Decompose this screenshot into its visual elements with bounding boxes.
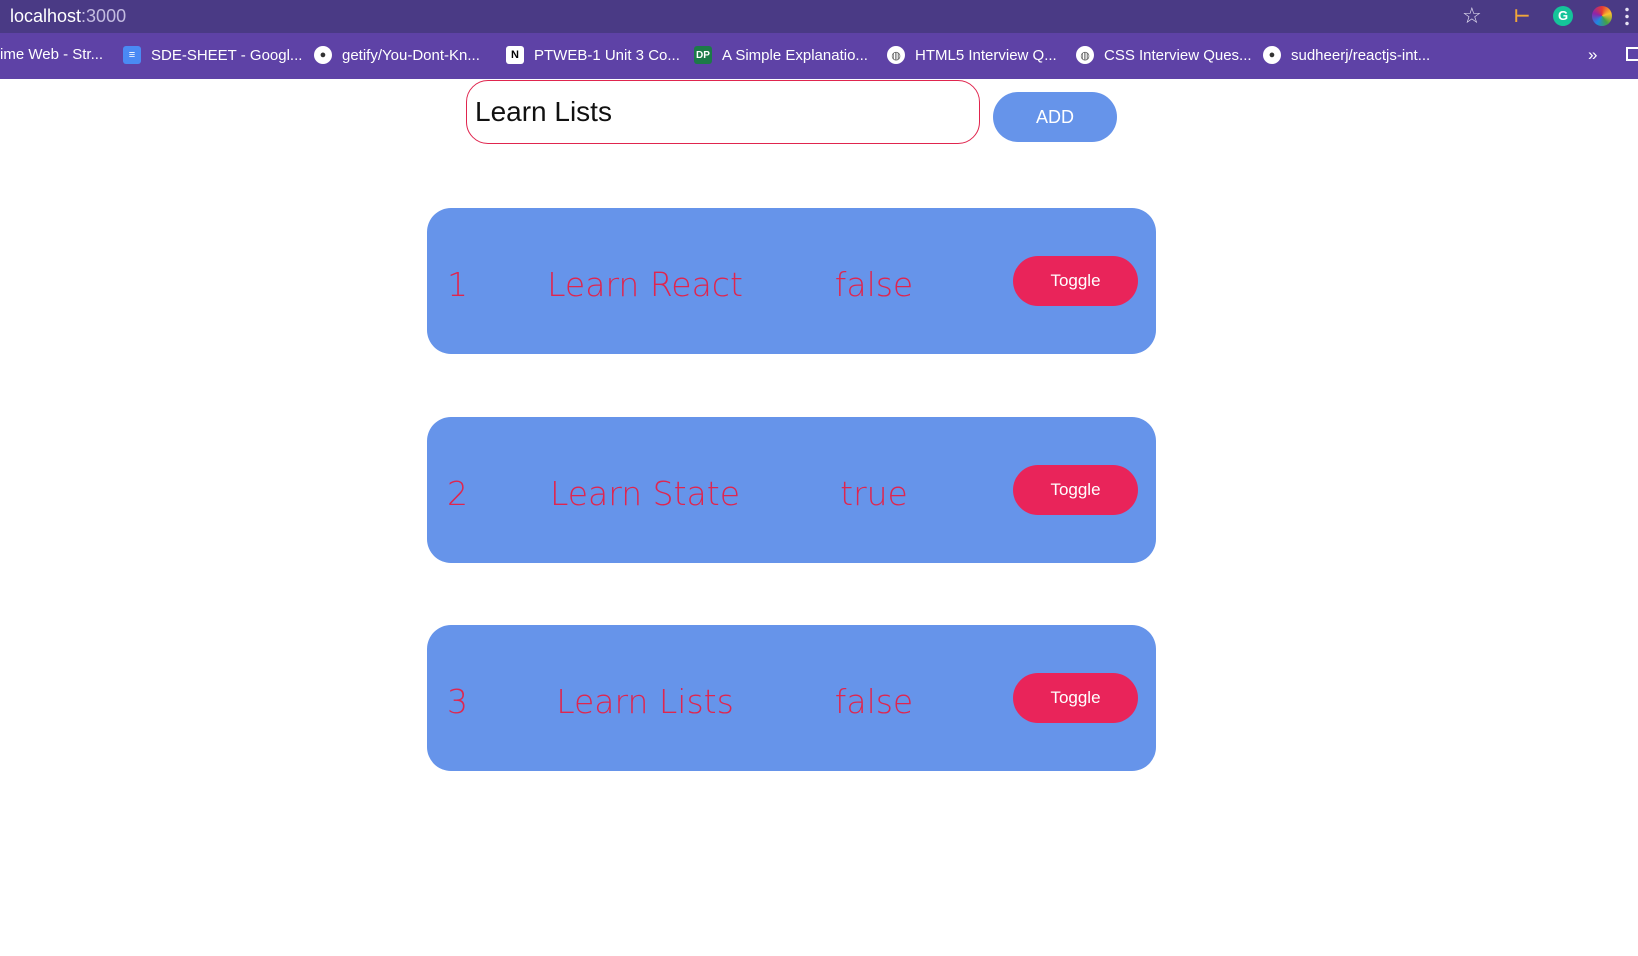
bookmark-label: CSS Interview Ques...: [1104, 46, 1252, 64]
color-picker-extension-icon[interactable]: [1592, 6, 1612, 26]
dp-icon: DP: [694, 46, 712, 64]
browser-menu-icon[interactable]: [1625, 6, 1629, 26]
bookmark-item[interactable]: ime Web - Str...: [0, 46, 103, 63]
globe-icon: ◍: [887, 46, 905, 64]
bookmarks-bar: ime Web - Str... ≡ SDE-SHEET - Googl... …: [0, 33, 1638, 79]
todo-id: 3: [447, 682, 468, 721]
extension-icon[interactable]: ⊢: [1512, 6, 1532, 26]
bookmark-item[interactable]: ● getify/You-Dont-Kn...: [314, 46, 480, 64]
bookmark-item[interactable]: N PTWEB-1 Unit 3 Co...: [506, 46, 680, 64]
todo-id: 2: [447, 474, 468, 513]
todo-id: 1: [447, 265, 468, 304]
todo-status: false: [834, 682, 914, 721]
bookmark-label: PTWEB-1 Unit 3 Co...: [534, 46, 680, 64]
github-icon: ●: [1263, 46, 1281, 64]
github-icon: ●: [314, 46, 332, 64]
toggle-button[interactable]: Toggle: [1013, 465, 1138, 515]
bookmark-label: ime Web - Str...: [0, 46, 104, 63]
todo-title: Learn React: [547, 265, 743, 304]
todo-title: Learn Lists: [556, 682, 734, 721]
todo-card: 3 Learn Lists false Toggle: [427, 625, 1156, 771]
bookmark-label: A Simple Explanatio...: [722, 46, 868, 64]
todo-card: 2 Learn State true Toggle: [427, 417, 1156, 563]
bookmark-item[interactable]: ● sudheerj/reactjs-int...: [1263, 46, 1430, 64]
bookmark-label: sudheerj/reactjs-int...: [1291, 46, 1431, 64]
url-port: :3000: [81, 6, 127, 26]
url-host: localhost: [10, 6, 82, 26]
bookmark-item[interactable]: ◍ HTML5 Interview Q...: [887, 46, 1057, 64]
todo-input[interactable]: [466, 80, 980, 144]
browser-address-bar: localhost:3000 ☆ ⊢ G: [0, 0, 1638, 33]
bookmark-item[interactable]: ◍ CSS Interview Ques...: [1076, 46, 1252, 64]
add-button[interactable]: ADD: [993, 92, 1117, 142]
bookmark-item[interactable]: DP A Simple Explanatio...: [694, 46, 868, 64]
toggle-button[interactable]: Toggle: [1013, 673, 1138, 723]
google-docs-icon: ≡: [123, 46, 141, 64]
globe-icon: ◍: [1076, 46, 1094, 64]
todo-status: false: [834, 265, 914, 304]
bookmark-label: SDE-SHEET - Googl...: [151, 46, 303, 64]
toggle-button[interactable]: Toggle: [1013, 256, 1138, 306]
todo-status: true: [840, 474, 908, 513]
bookmark-label: getify/You-Dont-Kn...: [342, 46, 480, 64]
notion-icon: N: [506, 46, 524, 64]
grammarly-icon[interactable]: G: [1553, 6, 1573, 26]
bookmark-star-icon[interactable]: ☆: [1462, 3, 1482, 29]
bookmarks-overflow-icon[interactable]: »: [1588, 45, 1597, 65]
reading-list-icon[interactable]: [1626, 47, 1638, 61]
todo-card: 1 Learn React false Toggle: [427, 208, 1156, 354]
bookmark-item[interactable]: ≡ SDE-SHEET - Googl...: [123, 46, 302, 64]
todo-title: Learn State: [549, 474, 741, 513]
bookmark-label: HTML5 Interview Q...: [915, 46, 1057, 64]
url-field[interactable]: localhost:3000: [10, 6, 126, 27]
